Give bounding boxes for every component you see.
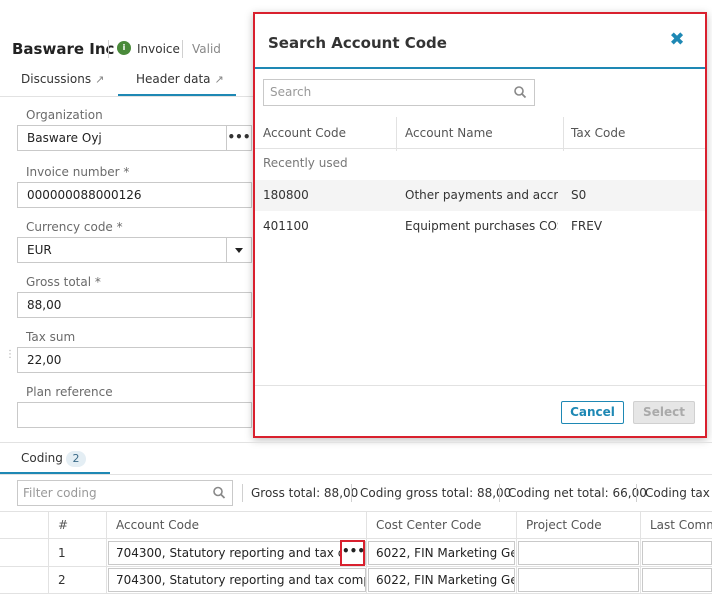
tab-discussions[interactable]: Discussions ↗ [21, 72, 104, 86]
gross-total-value: 88,00 [27, 298, 62, 312]
row-number: 2 [58, 573, 66, 587]
last-comment-cell[interactable] [642, 568, 712, 592]
document-type: Invoice [137, 42, 180, 56]
cost-center-cell[interactable]: 6022, FIN Marketing Ge... [368, 541, 515, 565]
last-comment-cell[interactable] [642, 541, 712, 565]
tab-label: Header data [136, 72, 211, 86]
column-divider [516, 512, 517, 594]
tab-coding[interactable]: Coding [21, 451, 63, 465]
resize-handle-icon[interactable]: ⋮ [5, 350, 15, 370]
invoice-icon: i [117, 41, 131, 55]
footer-divider [255, 385, 705, 386]
organization-field[interactable]: Basware Oyj ••• [17, 125, 252, 151]
column-divider [640, 512, 641, 594]
column-divider [48, 512, 49, 594]
account-search-input[interactable]: Search [263, 79, 535, 106]
section-divider [0, 442, 712, 443]
organization-value: Basware Oyj [27, 131, 102, 145]
column-header-number[interactable]: # [58, 518, 68, 532]
tax-code: S0 [571, 188, 587, 202]
chevron-down-icon[interactable] [226, 237, 252, 263]
gross-total-field[interactable]: 88,00 [17, 292, 252, 318]
list-item[interactable]: 180800 Other payments and accrued S0 [255, 180, 705, 211]
coding-count-badge: 2 [66, 451, 86, 467]
currency-code-value: EUR [27, 243, 52, 257]
organization-lookup-button[interactable]: ••• [226, 125, 252, 151]
column-header-project-code[interactable]: Project Code [526, 518, 602, 532]
account-name: Equipment purchases COS [405, 219, 558, 233]
tax-code: FREV [571, 219, 603, 233]
currency-code-select[interactable]: EUR [17, 237, 252, 263]
close-icon[interactable]: ✖ [667, 30, 687, 50]
gross-total-label: Gross total * [26, 275, 101, 289]
filter-placeholder: Filter coding [23, 486, 97, 500]
plan-reference-label: Plan reference [26, 385, 113, 399]
tax-sum-field[interactable]: 22,00 [17, 347, 252, 373]
plan-reference-field[interactable] [17, 402, 252, 428]
dialog-title: Search Account Code [268, 34, 447, 52]
currency-code-label: Currency code * [26, 220, 123, 234]
invoice-number-field[interactable]: 000000088000126 [17, 182, 252, 208]
document-status: Valid [192, 42, 221, 56]
company-name: Basware Inc [12, 40, 115, 58]
column-header-last-comment[interactable]: Last Comme [650, 518, 712, 532]
column-header-tax-code[interactable]: Tax Code [571, 126, 625, 140]
account-code: 401100 [263, 219, 309, 233]
account-code-cell[interactable]: 704300, Statutory reporting and tax comp… [108, 568, 366, 592]
row-number: 1 [58, 546, 66, 560]
search-icon[interactable] [212, 481, 226, 505]
list-item[interactable]: 401100 Equipment purchases COS FREV [255, 211, 705, 242]
column-divider [396, 117, 397, 151]
cancel-button[interactable]: Cancel [561, 401, 624, 424]
search-account-dialog: Search Account Code ✖ Search Account Cod… [253, 12, 707, 438]
project-code-cell[interactable] [518, 568, 639, 592]
recently-used-label: Recently used [263, 156, 348, 170]
divider [351, 484, 352, 502]
column-divider [563, 117, 564, 151]
column-header-cost-center[interactable]: Cost Center Code [376, 518, 481, 532]
divider [636, 484, 637, 502]
organization-label: Organization [26, 108, 103, 122]
column-divider [366, 512, 367, 594]
account-code-cell[interactable]: 704300, Statutory reporting and tax co..… [108, 541, 366, 565]
account-name: Other payments and accrued [405, 188, 558, 202]
divider [242, 484, 243, 502]
filter-coding-input[interactable]: Filter coding [17, 480, 233, 506]
coding-net-total-summary: Coding net total: 66,00 [508, 486, 647, 500]
column-divider [106, 512, 107, 594]
column-header-account-name[interactable]: Account Name [405, 126, 493, 140]
divider [499, 484, 500, 502]
invoice-number-label: Invoice number * [26, 165, 130, 179]
gross-total-summary: Gross total: 88,00 [251, 486, 359, 500]
account-lookup-button[interactable]: ••• [340, 540, 365, 566]
divider [108, 40, 109, 58]
cost-center-cell[interactable]: 6022, FIN Marketing Ge... [368, 568, 515, 592]
tax-sum-value: 22,00 [27, 353, 62, 367]
dialog-header-line [255, 67, 705, 69]
invoice-number-value: 000000088000126 [27, 188, 142, 202]
search-icon[interactable] [513, 80, 527, 105]
coding-tax-total-summary: Coding tax t [645, 486, 712, 500]
header-divider [255, 148, 705, 149]
row-divider [0, 566, 712, 567]
tax-sum-label: Tax sum [26, 330, 76, 344]
coding-gross-total-summary: Coding gross total: 88,00 [360, 486, 512, 500]
project-code-cell[interactable] [518, 541, 639, 565]
select-button[interactable]: Select [633, 401, 695, 424]
tab-divider [0, 96, 254, 97]
divider [182, 40, 183, 58]
tab-divider [0, 474, 712, 475]
external-link-icon: ↗ [214, 73, 224, 86]
tab-label: Discussions [21, 72, 92, 86]
account-code: 180800 [263, 188, 309, 202]
row-divider [0, 593, 712, 594]
column-header-account-code[interactable]: Account Code [263, 126, 346, 140]
search-placeholder: Search [270, 85, 312, 99]
external-link-icon: ↗ [95, 73, 105, 86]
tab-header-data[interactable]: Header data ↗ [136, 72, 224, 86]
column-header-account-code[interactable]: Account Code [116, 518, 199, 532]
